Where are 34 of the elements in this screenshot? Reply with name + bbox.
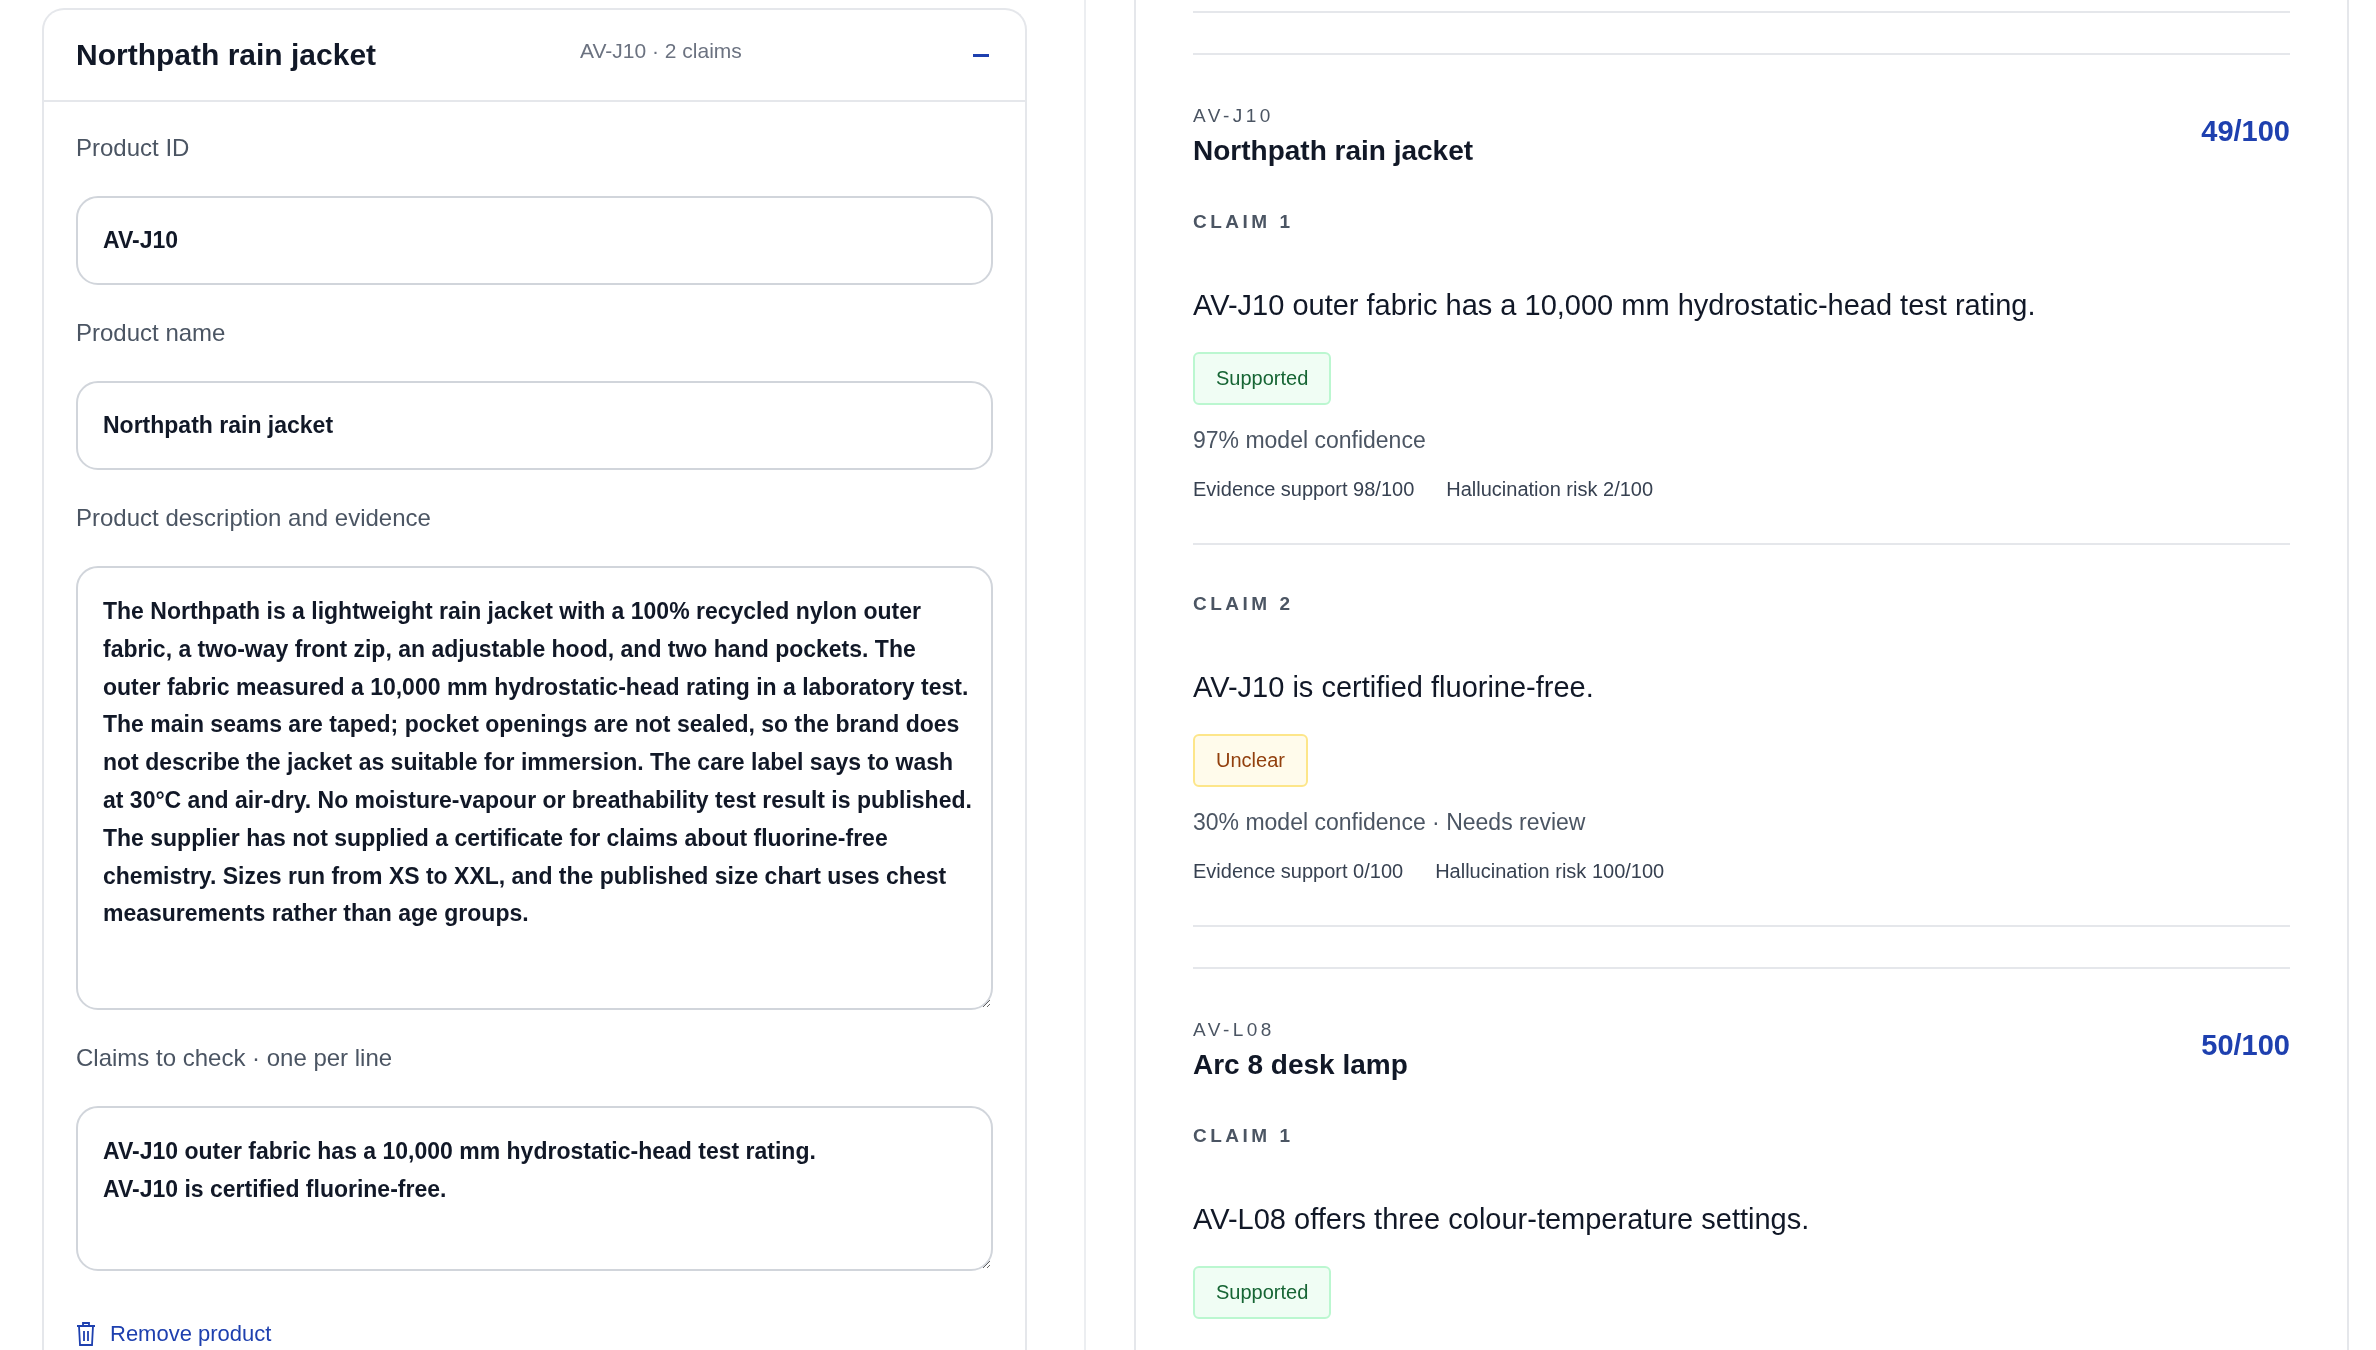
claim-label: CLAIM 2 — [1193, 593, 1295, 615]
product-score: 49/100 — [2201, 115, 2290, 148]
input-field[interactable]: AV-J10 — [76, 196, 993, 285]
field-label: Product description and evidence — [76, 504, 432, 532]
input-field[interactable]: Northpath rain jacket — [76, 381, 993, 470]
claim-text: AV-J10 outer fabric has a 10,000 mm hydrostatic-head test rating. — [1193, 289, 2037, 322]
card-summary: AV-J10 · 2 claims — [580, 39, 743, 63]
evidence-support: Evidence support 98/100 — [1193, 478, 1415, 501]
verdict-badge: Supported — [1193, 1266, 1332, 1319]
product-score: 50/100 — [2201, 1029, 2290, 1062]
claim-label: CLAIM 1 — [1193, 211, 1295, 233]
product-id: AV-L08 — [1193, 1019, 1276, 1041]
hallucination-risk: Hallucination risk 2/100 — [1446, 478, 1654, 501]
field-label: Product ID — [76, 134, 191, 162]
claim-text: AV-J10 is certified fluorine-free. — [1193, 671, 1595, 704]
model-confidence: 30% model confidence · Needs review — [1193, 809, 1587, 836]
claim-label: CLAIM 1 — [1193, 1125, 1295, 1147]
verdict-badge: Unclear — [1193, 734, 1308, 787]
verdict-badge: Supported — [1193, 352, 1332, 405]
trash-icon — [76, 1321, 96, 1347]
text-area[interactable]: The Northpath is a lightweight rain jacket with a 100% recycled nylon outer fabric, a two-way front zip, an adjustable hood, and two hand pockets. The outer fabric measured a 10,000 mm hydrostatic-head rating in a laboratory test. The main seams are taped; pocket openings are not sealed, so the brand does not describe the jacket as suitable for immersion. The care label says to wash at 30°C and air-dry. No moisture-vapour or breathability test result is published. The supplier has not supplied a certificate for claims about fluorine-free chemistry. Sizes run from XS to XXL, and the published size chart uses chest measurements rather than age groups. — [76, 566, 993, 1010]
claim-text: AV-L08 offers three colour-temperature settings. — [1193, 1203, 1811, 1236]
remove-product-link[interactable]: Remove product — [76, 1321, 272, 1347]
model-confidence: 97% model confidence — [1193, 427, 1427, 454]
evidence-support: Evidence support 0/100 — [1193, 860, 1404, 883]
product-name: Northpath rain jacket — [1193, 135, 1474, 167]
hallucination-risk: Hallucination risk 100/100 — [1435, 860, 1665, 883]
card-title: Northpath rain jacket — [76, 38, 378, 72]
field-label: Product name — [76, 319, 227, 347]
card-header[interactable]: Northpath rain jacket AV-J10 · 2 claims — [44, 10, 1025, 102]
product-name: Arc 8 desk lamp — [1193, 1049, 1408, 1081]
text-area[interactable]: AV-J10 outer fabric has a 10,000 mm hydrostatic-head test rating. AV-J10 is certified fluorine-free. — [76, 1106, 993, 1271]
field-label: Claims to check · one per line — [76, 1044, 394, 1072]
product-id: AV-J10 — [1193, 105, 1275, 127]
